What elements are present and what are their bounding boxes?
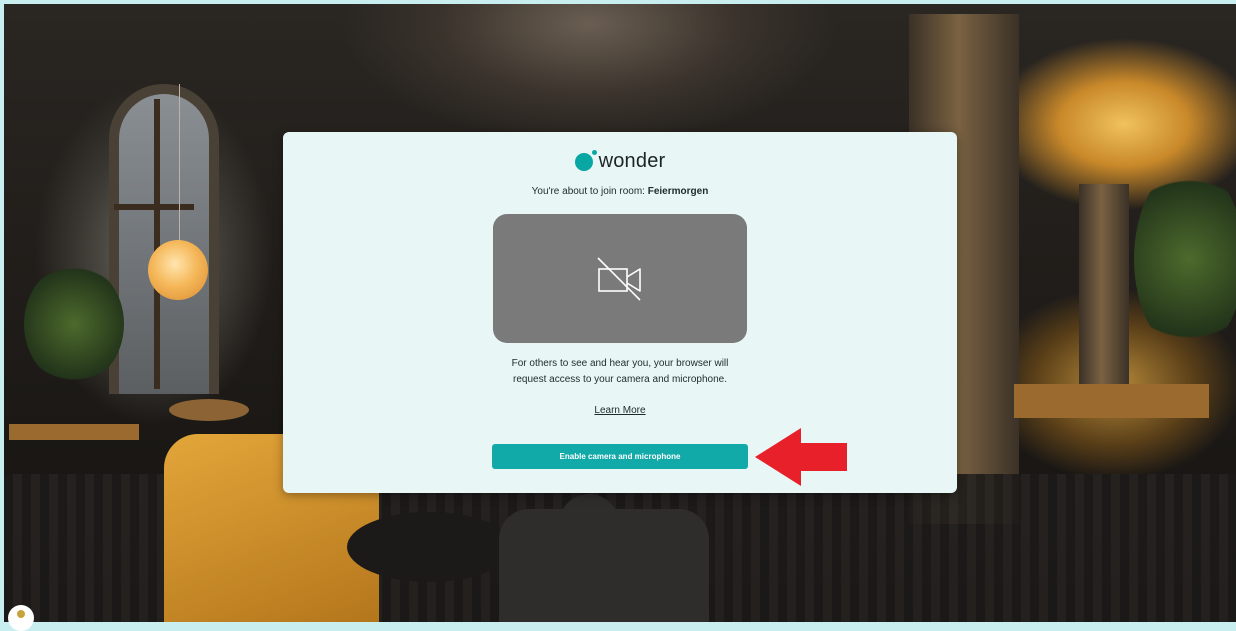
wonder-logo-text: wonder [598, 150, 666, 172]
camera-preview [493, 214, 747, 343]
corner-widget-button[interactable] [8, 605, 34, 631]
room-name: Feiermorgen [647, 186, 709, 197]
enable-camera-microphone-button[interactable]: Enable camera and microphone [492, 444, 748, 469]
red-arrow-annotation [755, 428, 847, 486]
join-room-text: You're about to join room: Feiermorgen [283, 186, 957, 197]
camera-off-icon [597, 256, 641, 301]
permission-info-line-2: request access to your camera and microp… [513, 374, 727, 385]
permission-info-text: For others to see and hear you, your bro… [283, 356, 957, 388]
join-room-prefix: You're about to join room: [531, 186, 648, 197]
learn-more-link[interactable]: Learn More [594, 405, 645, 416]
wonder-logo-mark [574, 149, 597, 171]
permission-info-line-1: For others to see and hear you, your bro… [511, 358, 729, 369]
wonder-logo: wonder [283, 149, 957, 173]
join-room-dialog: wonder You're about to join room: Feierm… [283, 132, 957, 493]
